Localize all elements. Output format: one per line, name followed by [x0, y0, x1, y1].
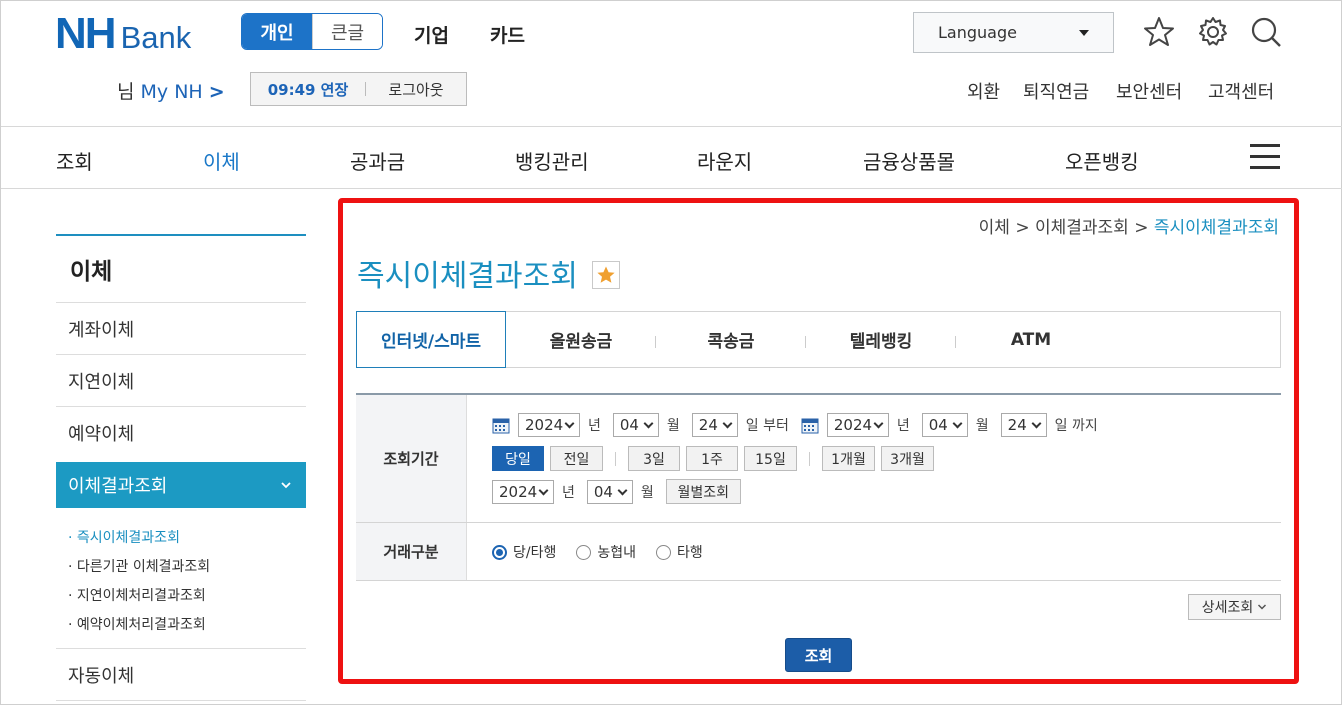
gnb-inquiry[interactable]: 조회	[56, 146, 93, 175]
mode-personal-button[interactable]: 개인	[242, 14, 312, 49]
highlight-frame	[338, 198, 1299, 684]
menu-hamburger-icon[interactable]	[1250, 144, 1280, 170]
sidebar-item-transfer-results[interactable]: 이체결과조회	[56, 462, 306, 508]
gnb-lounge[interactable]: 라운지	[697, 146, 752, 175]
sidebar-item-label: 이체결과조회	[68, 476, 168, 497]
util-link-fx[interactable]: 외환	[967, 78, 1000, 104]
sidebar-item-auto-transfer[interactable]: 자동이체	[56, 649, 306, 701]
language-label: Language	[938, 23, 1017, 42]
language-select[interactable]: Language	[913, 12, 1114, 53]
chevron-right-icon: >	[208, 81, 225, 103]
user-suffix: 님	[117, 81, 135, 103]
card-link[interactable]: 카드	[490, 21, 525, 48]
business-link[interactable]: 기업	[414, 21, 449, 48]
session-extend-button[interactable]: 09:49 연장	[251, 79, 365, 100]
my-nh-label: My NH	[140, 81, 203, 103]
mode-toggle: 개인 큰글	[241, 13, 383, 50]
sidebar-title: 이체	[56, 236, 306, 303]
logo-bank: Bank	[120, 20, 192, 55]
gnb-divider	[1, 188, 1342, 189]
mode-large-text-button[interactable]: 큰글	[312, 14, 382, 49]
sidebar-item-scheduled-transfer[interactable]: 예약이체	[56, 407, 306, 459]
gnb-open-banking[interactable]: 오픈뱅킹	[1065, 146, 1139, 175]
util-link-pension[interactable]: 퇴직연금	[1023, 78, 1089, 104]
gnb-banking-management[interactable]: 뱅킹관리	[515, 146, 589, 175]
gnb-transfer[interactable]: 이체	[203, 146, 240, 175]
gnb-utility-bills[interactable]: 공과금	[350, 146, 405, 175]
logout-button[interactable]: 로그아웃	[366, 79, 466, 100]
sidebar-item-delayed-transfer[interactable]: 지연이체	[56, 355, 306, 407]
my-nh-link[interactable]: 님 My NH >	[117, 77, 225, 104]
sidebar-submenu: · 즉시이체결과조회 · 다른기관 이체결과조회 · 지연이체처리결과조회 · …	[56, 508, 306, 649]
submenu-instant-results[interactable]: · 즉시이체결과조회	[68, 524, 306, 553]
search-icon[interactable]	[1249, 15, 1283, 49]
gnb-financial-products[interactable]: 금융상품몰	[863, 146, 955, 175]
star-icon[interactable]	[1142, 15, 1176, 49]
sidebar: 이체 계좌이체 지연이체 예약이체 이체결과조회 · 즉시이체결과조회 · 다른…	[56, 234, 306, 701]
util-link-security[interactable]: 보안센터	[1116, 78, 1182, 104]
submenu-delayed-results[interactable]: · 지연이체처리결과조회	[68, 582, 306, 611]
header-divider	[1, 126, 1342, 127]
caret-down-icon	[1079, 30, 1089, 36]
submenu-other-institution-results[interactable]: · 다른기관 이체결과조회	[68, 553, 306, 582]
util-link-customer[interactable]: 고객센터	[1208, 78, 1274, 104]
chevron-down-icon	[281, 482, 291, 489]
sidebar-item-account-transfer[interactable]: 계좌이체	[56, 303, 306, 355]
logo-nh: NH	[55, 9, 117, 58]
submenu-scheduled-results[interactable]: · 예약이체처리결과조회	[68, 611, 306, 640]
settings-gear-icon[interactable]	[1196, 15, 1230, 49]
nh-bank-logo[interactable]: NH Bank	[55, 9, 192, 58]
session-box: 09:49 연장 로그아웃	[250, 72, 467, 106]
